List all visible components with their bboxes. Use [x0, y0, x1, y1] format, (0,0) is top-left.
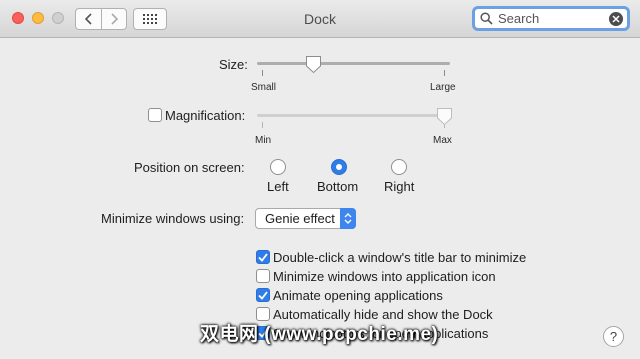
minimize-effect-label: Minimize windows using: [101, 211, 245, 226]
animate-opening-checkbox[interactable] [256, 288, 270, 302]
size-label: Size: [219, 57, 248, 72]
magnification-tick-min [262, 122, 263, 128]
double-click-minimize-label: Double-click a window's title bar to min… [273, 250, 527, 265]
search-field[interactable] [472, 6, 630, 31]
size-tick-max [444, 70, 445, 76]
minimize-effect-popup[interactable]: Genie effect [255, 208, 356, 229]
magnification-slider-thumb[interactable] [436, 107, 453, 126]
position-label: Position on screen: [134, 160, 245, 175]
search-icon [480, 12, 494, 26]
minimize-into-icon-label: Minimize windows into application icon [273, 269, 496, 284]
size-slider-thumb[interactable] [305, 55, 322, 74]
position-radio-left[interactable] [270, 159, 286, 175]
popup-arrows-icon [340, 208, 356, 229]
magnification-slider-track[interactable] [257, 114, 450, 117]
help-button[interactable]: ? [603, 326, 624, 347]
window-titlebar: Dock [0, 0, 640, 38]
size-min-label: Small [251, 82, 277, 93]
search-input[interactable] [498, 11, 608, 26]
animate-opening-label: Animate opening applications [273, 288, 443, 303]
minimize-effect-value: Genie effect [265, 211, 335, 226]
minimize-into-icon-checkbox[interactable] [256, 269, 270, 283]
size-tick-min [262, 70, 263, 76]
magnification-checkbox[interactable] [148, 108, 162, 122]
watermark-text: 双电网 (www.pcpchie.me) [200, 324, 439, 345]
position-option-right-label: Right [384, 179, 415, 194]
size-slider-track[interactable] [257, 62, 450, 65]
checkmark-icon [258, 252, 268, 262]
magnification-max-label: Max [433, 135, 452, 146]
double-click-minimize-checkbox[interactable] [256, 250, 270, 264]
clear-search-icon[interactable] [609, 12, 623, 26]
position-option-left-label: Left [267, 179, 289, 194]
checkmark-icon [258, 290, 268, 300]
size-max-label: Large [430, 82, 456, 93]
magnification-label: Magnification: [165, 108, 246, 123]
position-radio-bottom[interactable] [331, 159, 347, 175]
position-option-bottom-label: Bottom [317, 179, 359, 194]
position-radio-right[interactable] [391, 159, 407, 175]
magnification-min-label: Min [255, 135, 272, 146]
